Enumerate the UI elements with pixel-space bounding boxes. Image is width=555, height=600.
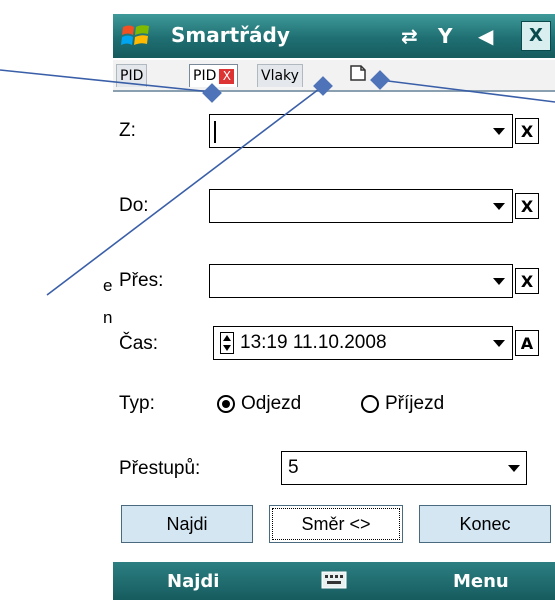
via-combo[interactable]: [209, 264, 513, 298]
text-cursor: [214, 121, 216, 143]
transfers-label: Přestupů:: [119, 458, 201, 479]
transfers-value: 5: [288, 457, 299, 478]
title-bar: Smartřády ⇄ Y ◀ X: [113, 14, 555, 58]
find-button[interactable]: Najdi: [121, 505, 253, 543]
time-picker[interactable]: 13:19 11.10.2008: [213, 326, 513, 360]
chevron-down-icon[interactable]: [493, 278, 505, 285]
from-label: Z:: [119, 120, 136, 141]
departure-radio[interactable]: [217, 395, 235, 413]
departure-label[interactable]: Odjezd: [241, 393, 301, 415]
arrival-radio[interactable]: [361, 395, 379, 413]
spin-up-icon[interactable]: [223, 335, 231, 341]
chevron-down-icon[interactable]: [493, 203, 505, 210]
tab-bar: PID PID X Vlaky: [113, 60, 555, 92]
time-spinner[interactable]: [220, 332, 234, 354]
device-screen: Smartřády ⇄ Y ◀ X PID PID X Vlaky Z: X Do…: [113, 14, 555, 600]
arrival-label[interactable]: Příjezd: [385, 393, 444, 415]
time-label: Čas:: [119, 333, 159, 354]
connectivity-icon[interactable]: ⇄: [401, 24, 418, 48]
direction-button[interactable]: Směr <>: [269, 505, 403, 543]
softkey-bar: Najdi Menu: [113, 562, 555, 600]
cropped-text-2: n: [103, 308, 113, 327]
time-value: 13:19 11.10.2008: [240, 332, 387, 353]
signal-icon[interactable]: Y: [438, 24, 452, 48]
transfers-select[interactable]: 5: [281, 451, 527, 485]
new-tab-icon[interactable]: [349, 64, 367, 82]
windows-start-icon[interactable]: [121, 22, 151, 50]
softkey-menu[interactable]: Menu: [453, 571, 509, 592]
radio-selected-dot: [222, 400, 230, 408]
type-label: Typ:: [119, 393, 155, 414]
from-combo[interactable]: [209, 114, 513, 148]
to-label: Do:: [119, 195, 149, 216]
volume-icon[interactable]: ◀: [478, 24, 493, 48]
chevron-down-icon[interactable]: [508, 465, 520, 472]
softkey-find[interactable]: Najdi: [167, 571, 219, 592]
to-combo[interactable]: [209, 189, 513, 223]
spin-down-icon[interactable]: [223, 345, 231, 351]
now-button[interactable]: A: [515, 330, 539, 356]
clear-to-button[interactable]: X: [515, 193, 539, 219]
tab-vlaky[interactable]: Vlaky: [257, 64, 303, 87]
chevron-down-icon[interactable]: [493, 340, 505, 347]
end-button[interactable]: Konec: [419, 505, 551, 543]
clear-from-button[interactable]: X: [515, 118, 539, 144]
close-button[interactable]: X: [521, 21, 551, 51]
keyboard-icon[interactable]: [321, 571, 347, 589]
clear-via-button[interactable]: X: [515, 268, 539, 294]
tab-close-icon[interactable]: X: [219, 68, 235, 84]
tab-label: PID: [120, 68, 144, 84]
window-title: Smartřády: [171, 23, 290, 47]
tab-label: Vlaky: [261, 68, 299, 84]
tab-pid-1[interactable]: PID: [116, 64, 148, 87]
tab-label: PID: [193, 68, 217, 84]
via-label: Přes:: [119, 270, 164, 291]
chevron-down-icon[interactable]: [493, 128, 505, 135]
tab-pid-2[interactable]: PID X: [189, 64, 239, 87]
cropped-text-1: e: [103, 276, 113, 295]
